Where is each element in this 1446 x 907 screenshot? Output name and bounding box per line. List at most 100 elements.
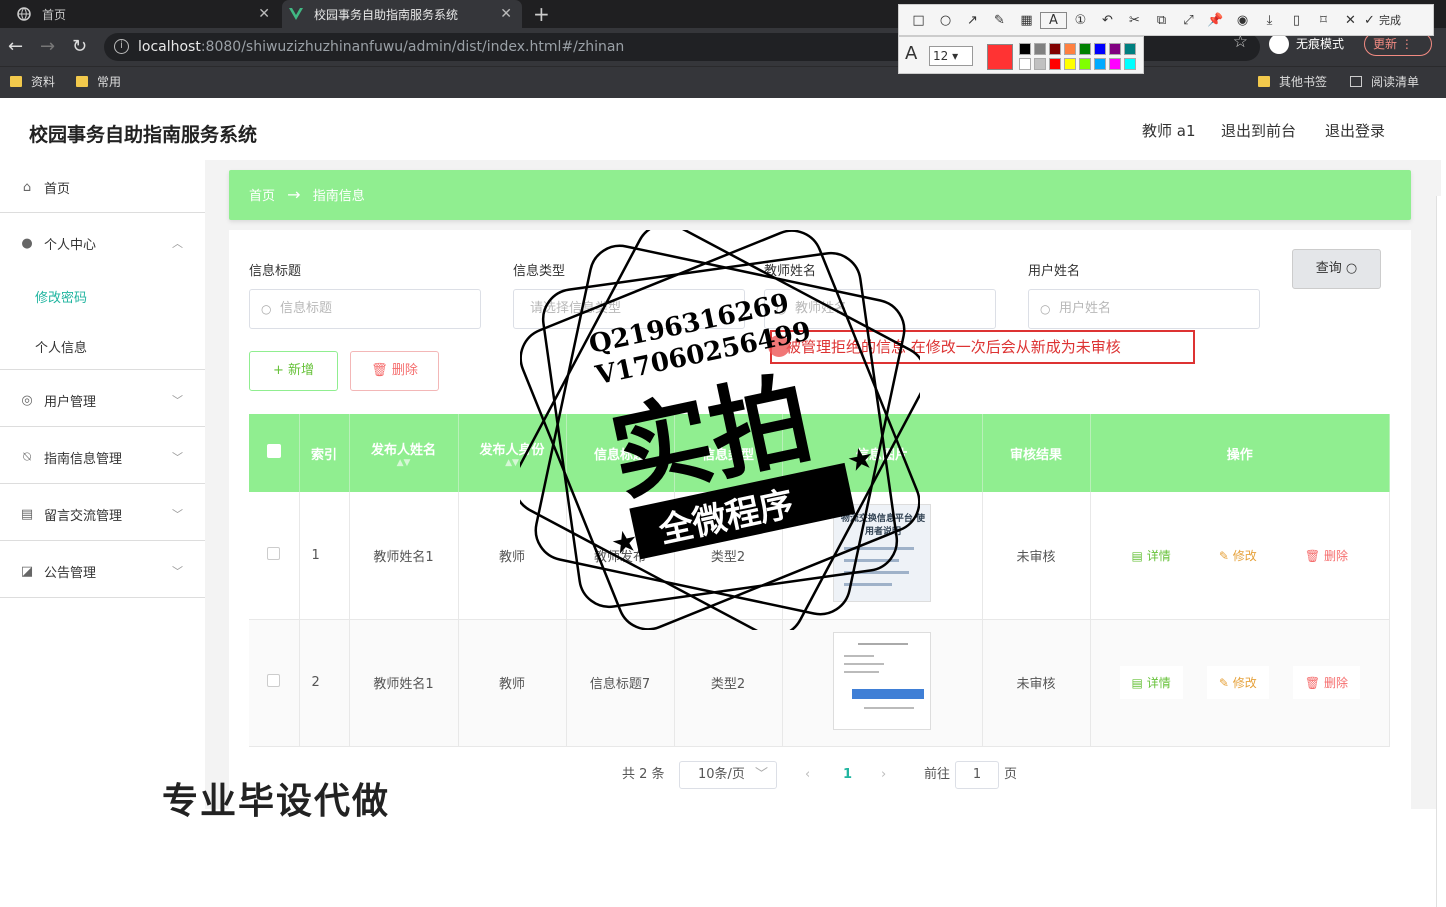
detail-button[interactable]: ▤ 详情 xyxy=(1119,666,1183,699)
sidebar-item-guide[interactable]: ⍉ 指南信息管理 ﹀ xyxy=(0,444,205,470)
user-search-input[interactable]: ○ 用户姓名 xyxy=(1028,289,1260,329)
font-size-value: 12 xyxy=(933,49,949,63)
expand-icon[interactable]: ⤢ xyxy=(1175,13,1202,28)
chevron-down-icon: ﹀ xyxy=(172,394,183,407)
col-info-type: 信息类型 xyxy=(674,414,783,492)
prev-page-icon[interactable]: ‹ xyxy=(805,761,810,789)
select-all-checkbox[interactable] xyxy=(266,444,281,458)
download-icon[interactable]: ⤓ xyxy=(1256,13,1283,28)
color-swatch[interactable] xyxy=(1019,43,1031,55)
color-swatch[interactable] xyxy=(1094,58,1106,70)
sidebar-subitem-profile[interactable]: 个人信息 xyxy=(35,337,87,356)
title-search-input[interactable]: ○ 信息标题 xyxy=(249,289,481,329)
color-swatch[interactable] xyxy=(1109,43,1121,55)
color-swatch[interactable] xyxy=(1019,58,1031,70)
detail-label: 详情 xyxy=(1146,676,1171,690)
query-button[interactable]: 查询 ○ xyxy=(1292,249,1381,289)
row-select[interactable] xyxy=(249,492,300,620)
scissors-icon[interactable]: ✂ xyxy=(1121,13,1148,28)
color-swatch[interactable] xyxy=(1094,43,1106,55)
row-checkbox[interactable] xyxy=(267,674,281,687)
marker-dot-icon xyxy=(768,335,790,357)
color-swatch[interactable] xyxy=(1034,58,1046,70)
add-button[interactable]: + 新增 xyxy=(249,351,338,391)
font-size-select[interactable]: 12 ▾ xyxy=(929,46,973,66)
color-swatch[interactable] xyxy=(1079,58,1091,70)
teacher-search-input[interactable]: ○ 教师姓名 xyxy=(764,289,996,329)
back-icon[interactable]: ← xyxy=(8,36,23,57)
color-swatch[interactable] xyxy=(1124,58,1136,70)
color-swatch[interactable] xyxy=(1049,43,1061,55)
close-tab-icon[interactable]: ✕ xyxy=(258,6,270,22)
new-tab-icon[interactable]: + xyxy=(533,2,550,26)
info-image-thumbnail[interactable]: 物流交换信息平台 使用者说明 xyxy=(833,504,931,603)
bookmark-folder[interactable]: 其他书签 xyxy=(1258,73,1327,90)
remove-button[interactable]: 🗑 删除 xyxy=(1292,666,1360,699)
color-swatch[interactable] xyxy=(1109,58,1121,70)
edit-label: 修改 xyxy=(1232,548,1257,563)
goto-page-input[interactable]: 1 xyxy=(955,761,999,789)
translate-icon[interactable]: ⧉ xyxy=(1148,13,1175,28)
confirm-icon[interactable]: ✓ 完成 xyxy=(1364,12,1401,28)
next-page-icon[interactable]: › xyxy=(881,761,886,789)
mosaic-tool-icon[interactable]: ▦ xyxy=(1013,13,1040,28)
edit-button[interactable]: ✎ 修改 xyxy=(1206,538,1269,572)
thumbnail-line xyxy=(844,583,892,587)
color-swatch[interactable] xyxy=(1049,58,1061,70)
close-tab-icon[interactable]: ✕ xyxy=(500,6,512,22)
number-tool-icon[interactable]: ① xyxy=(1067,13,1094,28)
text-tool-icon[interactable]: A xyxy=(1040,11,1067,29)
color-swatch[interactable] xyxy=(1064,58,1076,70)
undo-icon[interactable]: ↶ xyxy=(1094,13,1121,28)
arrow-tool-icon[interactable]: ↗ xyxy=(959,13,986,28)
delete-button[interactable]: 🗑 删除 xyxy=(350,351,439,391)
rectangle-tool-icon[interactable]: □ xyxy=(905,13,932,28)
logout-link[interactable]: 退出登录 xyxy=(1325,120,1385,141)
to-front-link[interactable]: 退出到前台 xyxy=(1221,120,1296,141)
edit-button[interactable]: ✎ 修改 xyxy=(1206,666,1269,699)
tab-active[interactable]: 校园事务自助指南服务系统 ✕ xyxy=(282,0,522,28)
reading-list[interactable]: 阅读清单 xyxy=(1350,73,1419,90)
col-publisher-name[interactable]: 发布人姓名 ▲▼ xyxy=(349,414,459,492)
page-size-select[interactable]: 10条/页 ﹀ xyxy=(679,761,777,789)
current-color-swatch[interactable] xyxy=(987,44,1013,70)
sidebar-subitem-password[interactable]: 修改密码 xyxy=(35,287,87,306)
sidebar-item-personal[interactable]: ● 个人中心 ︿ xyxy=(0,230,205,256)
col-publisher-role[interactable]: 发布人身份 ▲▼ xyxy=(458,414,567,492)
breadcrumb-home[interactable]: 首页 xyxy=(249,189,275,204)
sort-icon[interactable]: ▲▼ xyxy=(350,458,458,468)
sidebar-item-users[interactable]: ◎ 用户管理 ﹀ xyxy=(0,387,205,413)
select-all-header[interactable] xyxy=(249,414,300,492)
row-select[interactable] xyxy=(249,619,300,747)
page-number[interactable]: 1 xyxy=(843,761,852,789)
sidebar-item-messages[interactable]: ▤ 留言交流管理 ﹀ xyxy=(0,501,205,527)
bookmark-icon[interactable]: ⌑ xyxy=(1310,13,1337,28)
user-label: 教师 a1 xyxy=(1142,122,1196,140)
sidebar-item-notices[interactable]: ◪ 公告管理 ﹀ xyxy=(0,558,205,584)
type-select[interactable]: 请选择信息类型 xyxy=(513,289,745,329)
color-swatch[interactable] xyxy=(1064,43,1076,55)
reload-icon[interactable]: ↻ xyxy=(72,36,87,57)
pen-tool-icon[interactable]: ✎ xyxy=(986,13,1013,28)
scrollbar-track[interactable] xyxy=(1436,196,1446,907)
color-swatch[interactable] xyxy=(1034,43,1046,55)
table-row: 2 教师姓名1 教师 信息标题7 类型2 未审核 ▤ 详情 ✎ 修改 🗑 删除 xyxy=(249,619,1390,747)
bookmark-folder[interactable]: 常用 xyxy=(76,73,121,90)
record-icon[interactable]: ◉ xyxy=(1229,13,1256,28)
tab-home[interactable]: 首页 ✕ xyxy=(10,0,280,28)
info-image-thumbnail[interactable] xyxy=(833,631,931,730)
row-checkbox[interactable] xyxy=(267,546,281,560)
ellipse-tool-icon[interactable]: ○ xyxy=(932,13,959,28)
forward-icon[interactable]: → xyxy=(40,36,55,57)
info-icon[interactable]: i xyxy=(114,39,129,54)
sort-icon[interactable]: ▲▼ xyxy=(459,458,566,468)
phone-icon[interactable]: ▯ xyxy=(1283,13,1310,28)
bookmark-folder[interactable]: 资料 xyxy=(10,73,55,90)
sidebar-item-home[interactable]: ⌂ 首页 xyxy=(0,174,205,200)
remove-button[interactable]: 🗑 删除 xyxy=(1292,538,1360,572)
color-swatch[interactable] xyxy=(1124,43,1136,55)
detail-button[interactable]: ▤ 详情 xyxy=(1119,538,1183,572)
cancel-icon[interactable]: ✕ xyxy=(1337,13,1364,28)
color-swatch[interactable] xyxy=(1079,43,1091,55)
pin-icon[interactable]: 📌 xyxy=(1202,13,1229,28)
